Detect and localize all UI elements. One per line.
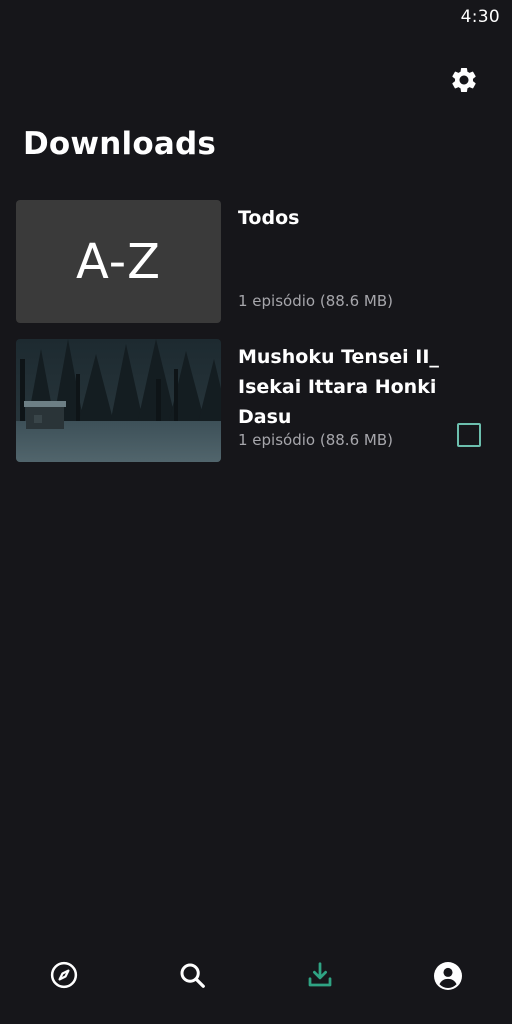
page-title: Downloads [23, 126, 217, 162]
item-title: Mushoku Tensei II_ Isekai Ittara Honki D… [238, 346, 439, 428]
settings-button[interactable] [447, 63, 481, 97]
nav-search[interactable] [128, 936, 256, 1016]
item-episode-count: 1 episódio (88.6 MB) [238, 292, 393, 310]
status-time: 4:30 [460, 7, 500, 27]
nav-profile[interactable] [384, 936, 512, 1016]
az-label: A-Z [76, 233, 161, 290]
downloads-screen: 4:30 Downloads A-Z Todos 1 episódio (88.… [0, 0, 512, 1024]
anime-thumbnail [16, 339, 221, 462]
nav-downloads[interactable] [256, 936, 384, 1016]
nav-explore[interactable] [0, 936, 128, 1016]
bottom-navigation [0, 936, 512, 1024]
download-icon [308, 962, 332, 987]
downloads-all-item[interactable]: A-Z Todos 1 episódio (88.6 MB) [16, 200, 496, 324]
account-icon [434, 962, 462, 990]
search-icon [180, 963, 205, 988]
snowy-forest-image [16, 339, 221, 462]
compass-icon [50, 961, 78, 989]
item-episode-count: 1 episódio (88.6 MB) [238, 431, 393, 449]
select-checkbox[interactable] [457, 423, 481, 447]
gear-icon [452, 68, 476, 92]
item-title: Todos [238, 207, 300, 229]
status-bar: 4:30 [0, 0, 512, 34]
anime-download-item[interactable]: Mushoku Tensei II_ Isekai Ittara Honki D… [16, 339, 496, 463]
all-thumbnail: A-Z [16, 200, 221, 323]
